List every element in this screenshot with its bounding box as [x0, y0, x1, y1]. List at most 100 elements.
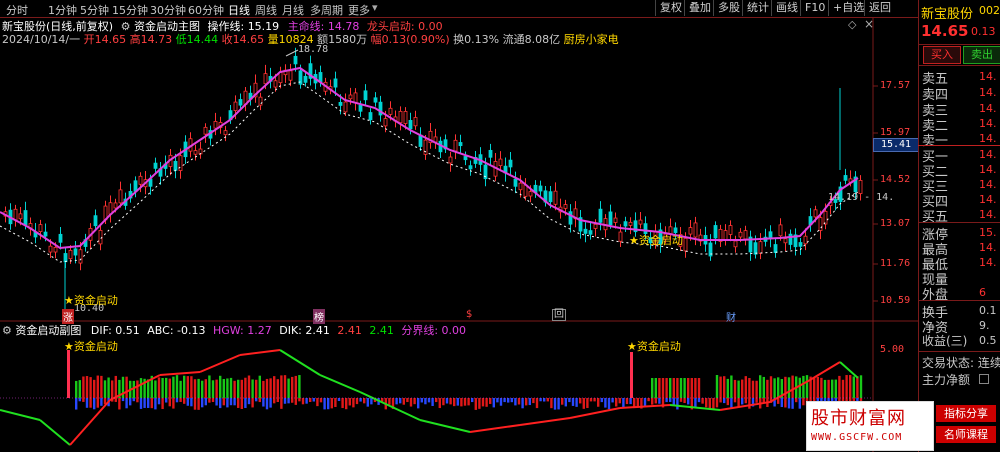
sub-pulse-bar — [247, 398, 251, 405]
sub-pulse-bar — [784, 398, 787, 408]
candle-body — [413, 117, 418, 127]
candle-body — [823, 210, 828, 225]
sub-pulse-bar — [719, 398, 722, 403]
sub-bar — [748, 378, 751, 398]
candle-body — [388, 107, 393, 115]
panel-stock-code: 002 — [979, 4, 1000, 17]
price-tick-label: 14.52 — [880, 174, 911, 185]
sub-pulse-bar — [456, 398, 459, 406]
buy-button[interactable]: 买入 — [923, 46, 961, 64]
sub-bar — [654, 378, 657, 398]
sub-pulse-bar — [496, 398, 499, 403]
sub-pulse-bar — [237, 398, 240, 408]
sub-bar — [100, 375, 103, 398]
sub-bar — [269, 378, 272, 398]
candle-body — [593, 223, 598, 229]
sub-pulse-bar — [712, 398, 715, 409]
sub-bar — [665, 378, 668, 398]
sub-bar — [751, 380, 755, 398]
sub-bar — [85, 376, 89, 398]
sub-pulse-bar — [629, 398, 632, 405]
start-signal-sub-1: ★资金启动 — [64, 338, 118, 354]
candle-body — [818, 217, 823, 231]
sub-pulse-bar — [244, 398, 247, 408]
sub-bar — [93, 379, 96, 398]
candle-body — [458, 142, 463, 147]
star-icon: ★ — [627, 340, 637, 353]
sub-pulse-bar — [564, 398, 567, 407]
sub-indicator-gear-icon[interactable]: ⚙ — [2, 324, 12, 337]
price-tick-label: 11.76 — [880, 258, 911, 269]
sub-line-segment — [809, 361, 841, 381]
sub-pulse-bar — [737, 398, 740, 407]
watermark-url: WWW.GSCFW.COM — [811, 432, 903, 443]
sub-pulse-bar — [139, 398, 143, 409]
sub-pulse-bar — [755, 398, 758, 403]
sub-bar — [820, 377, 823, 398]
sub-pulse-bar — [233, 398, 236, 406]
sub-pulse-bar — [147, 398, 150, 408]
sub-bar — [845, 375, 848, 398]
sub-line-segment — [159, 371, 201, 376]
candle-body — [73, 248, 78, 256]
sub-bar — [215, 379, 218, 398]
sub-pulse-bar — [600, 398, 603, 403]
candle-body — [23, 210, 28, 226]
sub-bar — [82, 376, 85, 398]
sub-pulse-bar — [305, 398, 308, 404]
sub-pulse-bar — [273, 398, 276, 404]
sub-pulse-bar — [485, 398, 488, 407]
candle-body — [628, 221, 633, 226]
panel-divider — [918, 222, 1000, 223]
sub-pulse-bar — [327, 398, 330, 410]
candle-body — [193, 150, 198, 155]
sub-pulse-bar — [125, 398, 128, 409]
sub-pulse-bar — [589, 398, 593, 402]
sub-pulse-bar — [132, 398, 135, 402]
sub-pulse-bar — [463, 398, 467, 406]
start-signal-sub-2: ★资金启动 — [627, 338, 681, 354]
kline-chart[interactable] — [0, 0, 918, 452]
sub-pulse-bar — [449, 398, 452, 405]
candle-body — [693, 222, 698, 238]
sub-pulse-bar — [193, 398, 197, 410]
candle-body — [373, 97, 378, 103]
event-mark-dividend[interactable]: $ — [466, 309, 472, 320]
sub-bar — [802, 375, 805, 398]
sub-indicator-name: 资金启动副图 — [15, 324, 82, 337]
sub-pulse-bar — [348, 398, 351, 406]
candle-body — [363, 90, 368, 101]
candle-body — [263, 73, 268, 85]
candle-body — [238, 99, 243, 106]
event-mark-buyback[interactable]: 回 — [552, 309, 566, 321]
event-mark-finance[interactable]: 财 — [726, 309, 736, 324]
candle-body — [348, 94, 353, 100]
sell-button[interactable]: 卖出 — [963, 46, 1000, 64]
sub-bar — [244, 377, 247, 398]
sub-pulse-bar — [582, 398, 585, 409]
sub-bar — [280, 375, 283, 398]
sub-bar — [287, 378, 290, 398]
main-net-toggle-icon[interactable] — [979, 374, 989, 384]
sub-pulse-bar — [787, 398, 791, 409]
sub-bar — [823, 379, 827, 398]
sub-bar — [762, 376, 765, 398]
sub-bar — [111, 380, 114, 398]
teacher-course-tag[interactable]: 名师课程 — [936, 426, 996, 443]
sub-signal-spike — [630, 352, 633, 398]
sub-signal-spike — [67, 350, 70, 398]
sub-pulse-bar — [744, 398, 747, 404]
sub-pulse-bar — [427, 398, 431, 403]
bid-2-value: 14. — [979, 163, 997, 176]
sub-pulse-bar — [798, 398, 801, 409]
high-value: 14. — [979, 241, 997, 254]
sub-bar — [805, 375, 809, 398]
indicator-share-tag[interactable]: 指标分享 — [936, 405, 996, 422]
turnover-value: 0.1 — [979, 304, 997, 317]
candle-body — [113, 202, 118, 209]
sub-bar — [676, 378, 679, 398]
sub-pulse-bar — [741, 398, 744, 405]
sub-pulse-bar — [334, 398, 337, 407]
sub-pulse-bar — [579, 398, 582, 404]
candle-body — [623, 221, 628, 227]
